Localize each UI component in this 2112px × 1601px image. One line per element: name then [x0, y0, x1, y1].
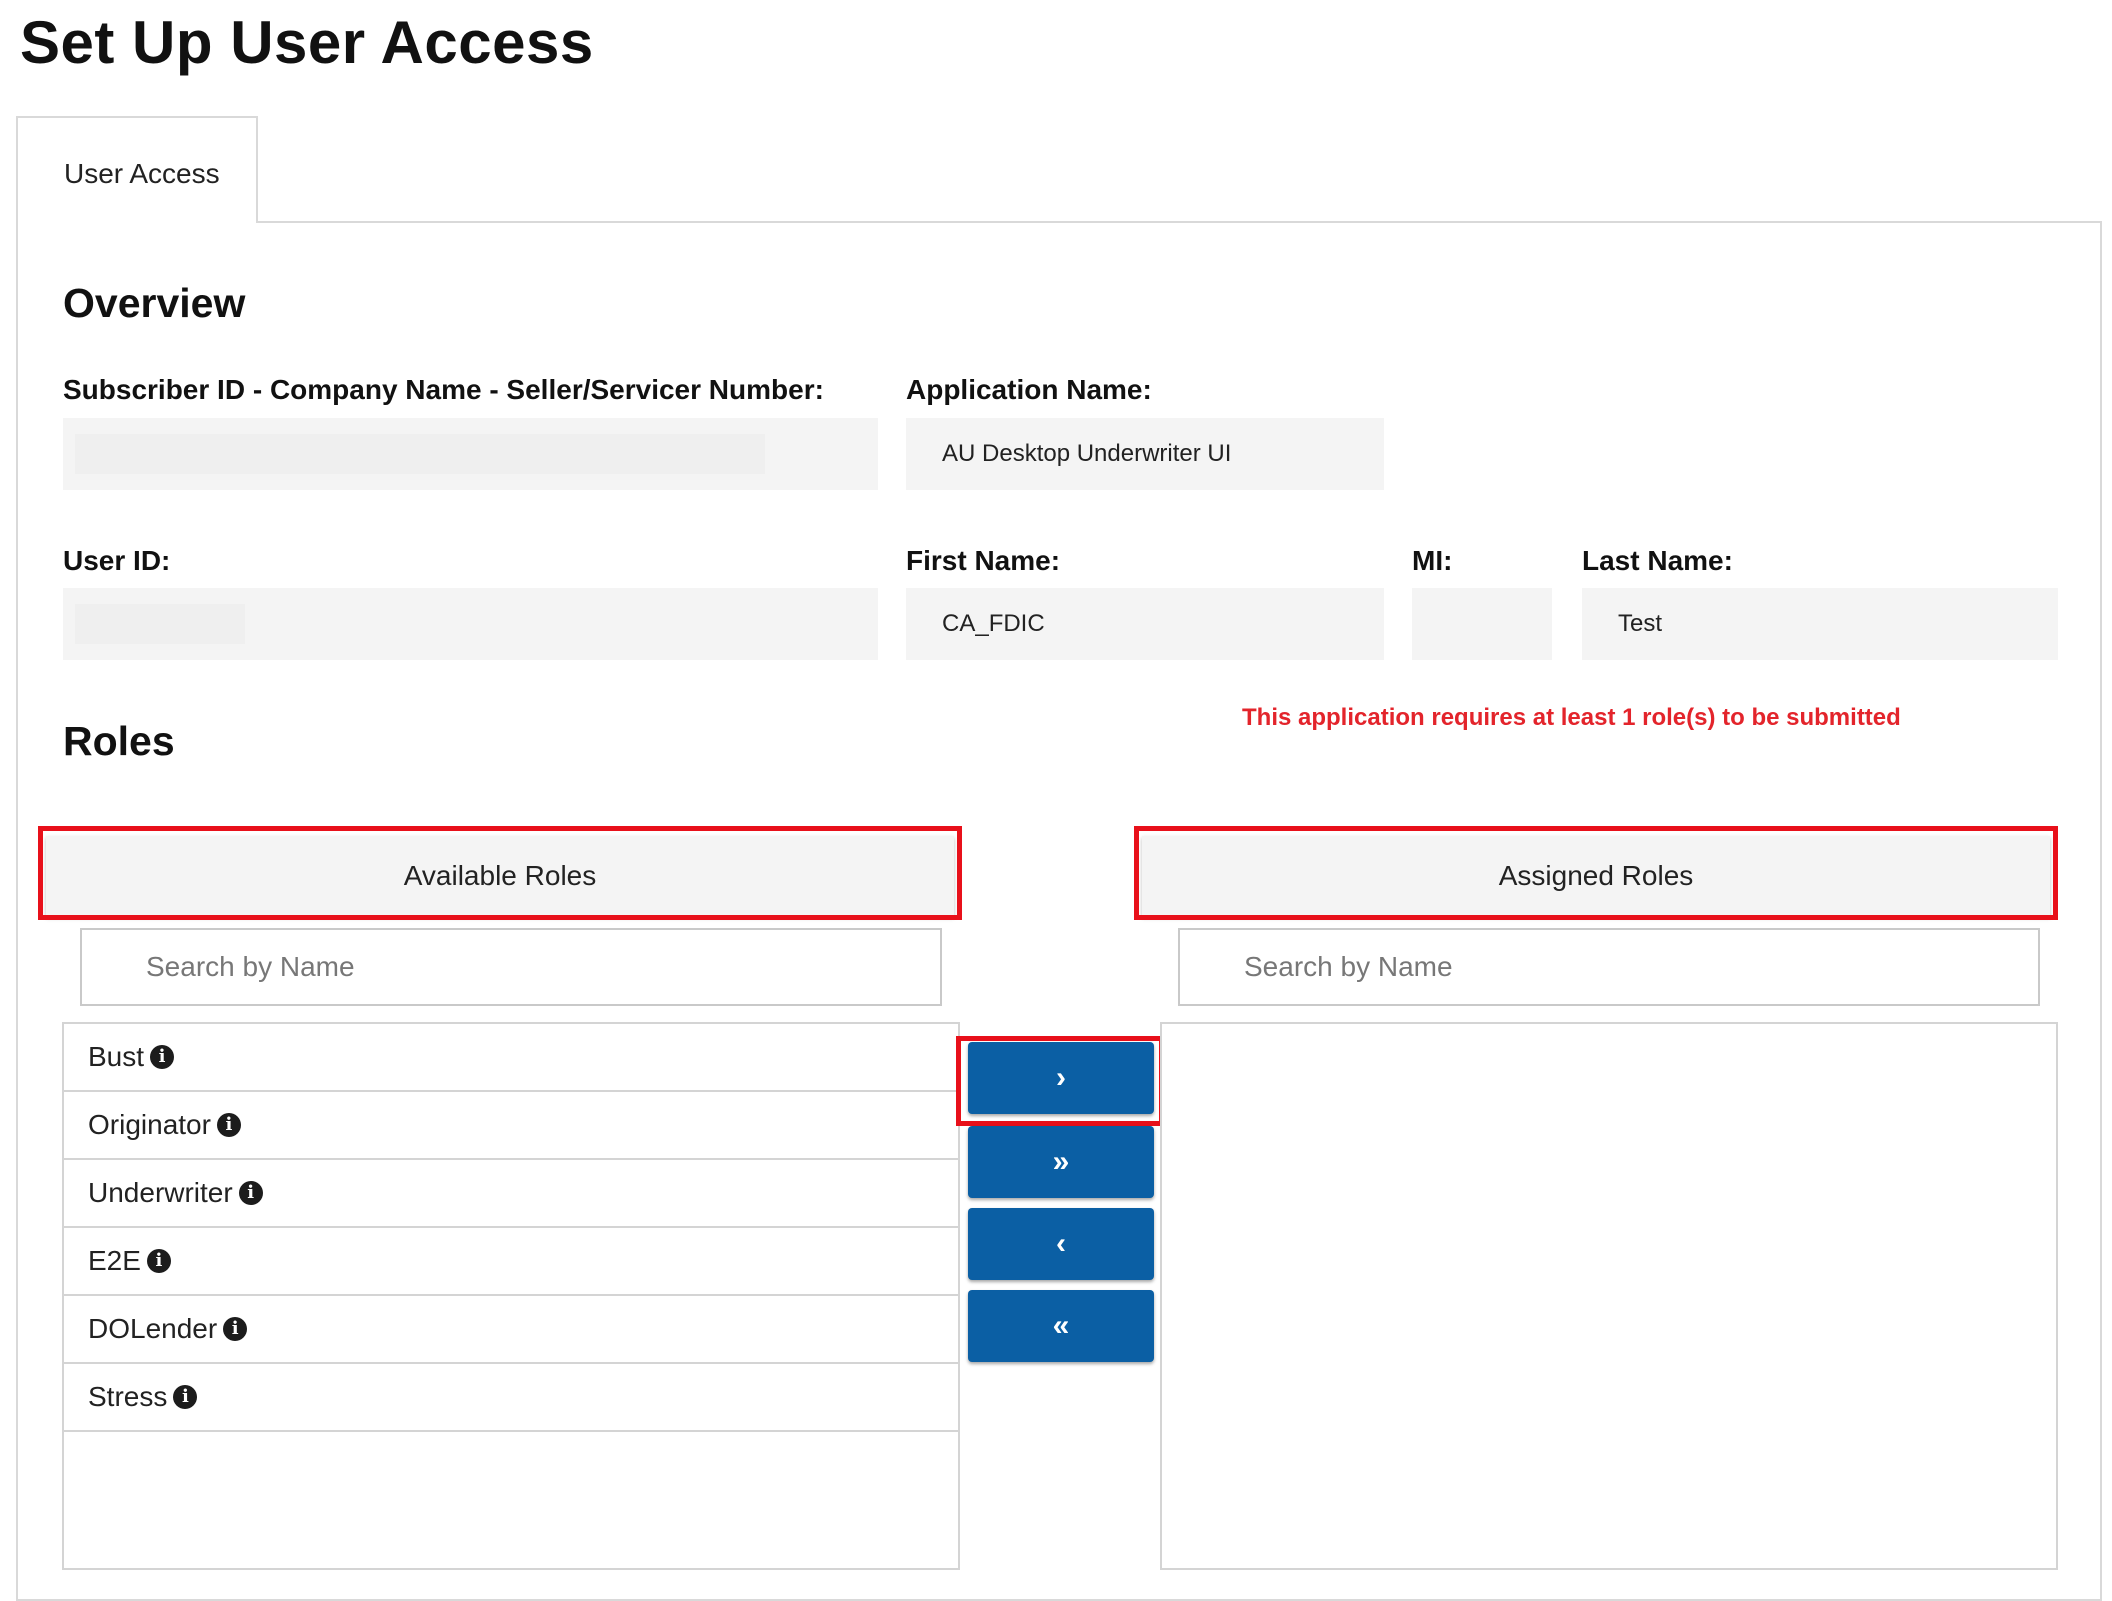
role-label: E2E [88, 1245, 141, 1276]
user-id-field [63, 588, 878, 660]
role-label: Bust [88, 1041, 145, 1072]
subscriber-label: Subscriber ID - Company Name - Seller/Se… [63, 374, 824, 405]
info-circle-icon[interactable]: i [238, 1181, 263, 1205]
info-circle-icon[interactable]: i [216, 1113, 241, 1137]
list-item[interactable]: E2E i [64, 1228, 958, 1296]
available-roles-title: Available Roles [403, 860, 597, 891]
first-name-label: First Name: [906, 545, 1061, 576]
application-name-field: AU Desktop Underwriter UI [906, 418, 1384, 490]
overview-heading: Overview [63, 280, 246, 326]
info-circle-icon[interactable]: i [150, 1045, 175, 1069]
application-name-label: Application Name: [906, 374, 1152, 405]
available-roles-list[interactable]: Bust i Originator i Underwriter i E2E i … [62, 1022, 960, 1570]
assigned-roles-list[interactable] [1160, 1022, 2058, 1570]
last-name-value: Test [1618, 610, 1663, 637]
page-title: Set Up User Access [20, 9, 594, 76]
user-id-label: User ID: [63, 545, 171, 576]
mi-label: MI: [1412, 545, 1453, 576]
info-circle-icon[interactable]: i [146, 1249, 171, 1273]
move-all-left-button[interactable]: « [968, 1290, 1154, 1362]
info-circle-icon[interactable]: i [173, 1385, 198, 1409]
assigned-roles-title: Assigned Roles [1498, 860, 1694, 891]
list-item[interactable]: DOLender i [64, 1296, 958, 1364]
redacted-area [75, 434, 765, 474]
last-name-field: Test [1582, 588, 2058, 660]
role-label: Originator [88, 1109, 211, 1140]
list-item[interactable]: Stress i [64, 1364, 958, 1432]
last-name-label: Last Name: [1582, 545, 1733, 576]
role-label: DOLender [88, 1313, 218, 1344]
assigned-roles-header: Assigned Roles [1142, 836, 2050, 916]
assigned-roles-search-input[interactable] [1178, 928, 2040, 1006]
move-all-right-button[interactable]: » [968, 1126, 1154, 1198]
list-item[interactable]: Originator i [64, 1092, 958, 1160]
chevron-right-icon: › [1056, 1061, 1066, 1094]
role-label: Underwriter [88, 1177, 233, 1208]
available-roles-search-input[interactable] [80, 928, 942, 1006]
tab-user-access[interactable]: User Access [16, 116, 258, 223]
tab-label: User Access [64, 158, 220, 189]
redacted-area [75, 604, 245, 644]
available-roles-header: Available Roles [46, 836, 954, 916]
subscriber-field [63, 418, 878, 490]
chevron-left-icon: ‹ [1056, 1227, 1066, 1260]
application-name-value: AU Desktop Underwriter UI [942, 440, 1232, 467]
first-name-value: CA_FDIC [942, 610, 1045, 637]
list-item[interactable]: Bust i [64, 1024, 958, 1092]
double-chevron-right-icon: » [1052, 1145, 1070, 1178]
roles-heading: Roles [63, 718, 175, 764]
first-name-field: CA_FDIC [906, 588, 1384, 660]
roles-requirement-notice: This application requires at least 1 rol… [1242, 704, 1901, 731]
mi-field [1412, 588, 1552, 660]
role-label: Stress [88, 1381, 168, 1412]
move-left-button[interactable]: ‹ [968, 1208, 1154, 1280]
info-circle-icon[interactable]: i [223, 1317, 248, 1341]
double-chevron-left-icon: « [1052, 1309, 1070, 1342]
list-item[interactable]: Underwriter i [64, 1160, 958, 1228]
move-right-button[interactable]: › [968, 1042, 1154, 1114]
